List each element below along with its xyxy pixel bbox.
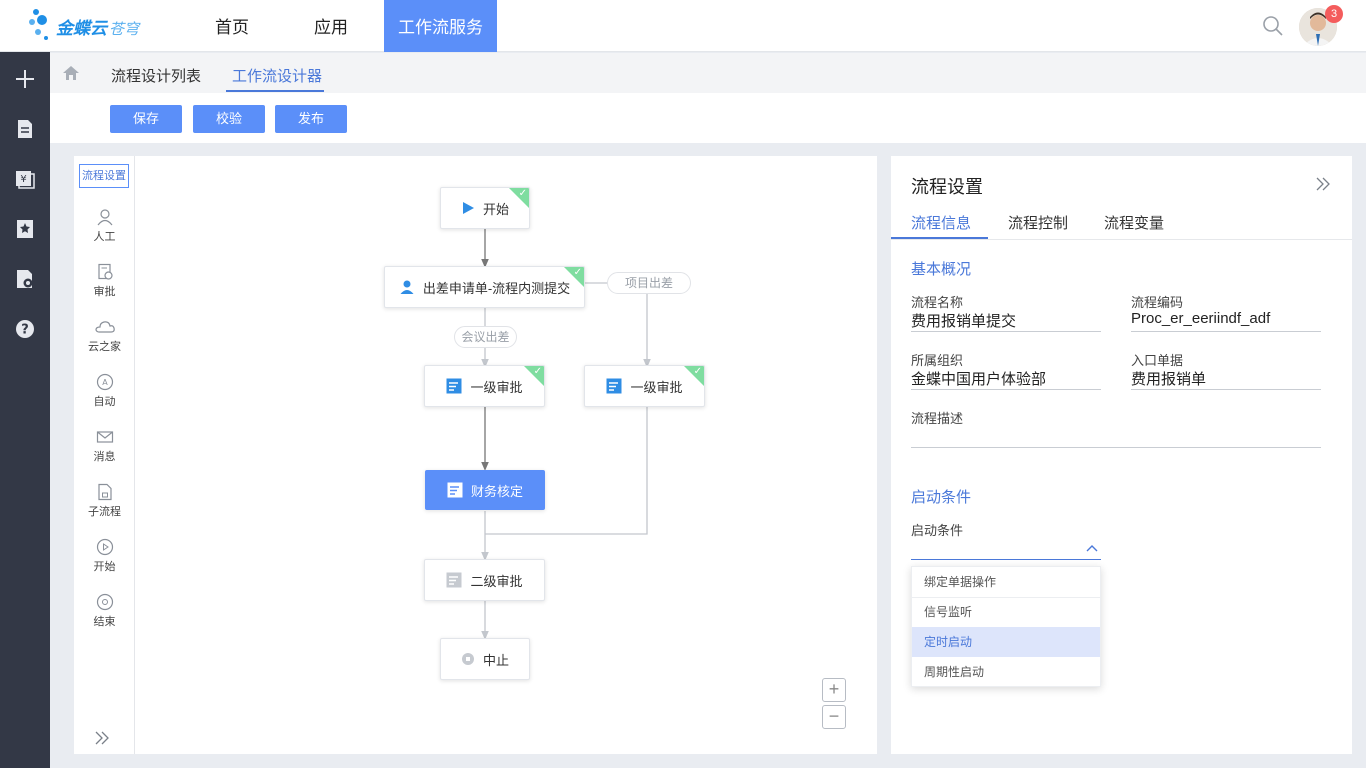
left-sidebar: ¥ ? xyxy=(0,52,50,768)
process-settings-panel: 流程设置 流程信息 流程控制 流程变量 基本概况 流程名称 费用报销单提交 流程… xyxy=(891,156,1352,754)
panel-title: 流程设置 xyxy=(911,177,983,197)
top-bar: 金蝶云 苍穹 首页 应用 工作流服务 3 xyxy=(0,0,1366,52)
tab-divider xyxy=(891,239,1352,240)
approval-form-icon xyxy=(446,378,462,394)
option-bind-doc-operation[interactable]: 绑定单据操作 xyxy=(912,567,1100,597)
connector-apply-approve1-right xyxy=(585,282,651,368)
add-icon[interactable] xyxy=(13,67,37,91)
flow-node-travel-apply[interactable]: 出差申请单-流程内测提交 ✓ xyxy=(384,266,585,308)
nav-workflow-service[interactable]: 工作流服务 xyxy=(384,0,497,52)
finance-icon[interactable]: ¥ xyxy=(13,167,37,191)
flow-node-label: 出差申请单-流程内测提交 xyxy=(422,280,571,296)
condition-project-trip[interactable]: 项目出差 xyxy=(607,272,691,294)
document-icon[interactable] xyxy=(13,117,37,141)
tab-process-control[interactable]: 流程控制 xyxy=(1008,212,1068,233)
approval-form-icon xyxy=(446,572,462,588)
flow-node-label: 一级审批 xyxy=(630,379,683,395)
process-code-field[interactable]: Proc_er_eeriindf_adf xyxy=(1131,308,1321,332)
flow-node-label: 开始 xyxy=(482,201,509,217)
toolbar: 保存 校验 发布 xyxy=(50,93,1366,143)
flow-canvas: 流程设置 人工 审批 云之家 A 自动 消息 子流程 开始 结束 开始 ✓ 出差… xyxy=(74,156,877,754)
svg-text:¥: ¥ xyxy=(20,174,26,185)
nav-home[interactable]: 首页 xyxy=(200,0,264,52)
approval-form-icon xyxy=(447,482,463,498)
breadcrumb-active-indicator xyxy=(226,90,324,92)
search-icon[interactable] xyxy=(1262,15,1284,37)
validate-button[interactable]: 校验 xyxy=(193,105,265,133)
flow-node-label: 财务核定 xyxy=(470,483,523,499)
favorite-book-icon[interactable] xyxy=(13,217,37,241)
nav-apps[interactable]: 应用 xyxy=(298,0,364,52)
zoom-in-button[interactable]: + xyxy=(822,678,846,702)
save-button[interactable]: 保存 xyxy=(110,105,182,133)
section-basic-overview: 基本概况 xyxy=(911,261,972,278)
logo-text: 金蝶云 苍穹 xyxy=(56,19,140,38)
stop-icon xyxy=(461,653,474,665)
tab-process-variables[interactable]: 流程变量 xyxy=(1104,212,1164,233)
flow-node-approve2[interactable]: 二级审批 xyxy=(424,559,545,601)
flow-node-approve1-left[interactable]: 一级审批 ✓ xyxy=(424,365,545,407)
flow-node-approve1-right[interactable]: 一级审批 ✓ xyxy=(584,365,705,407)
flow-node-finance-check[interactable]: 财务核定 xyxy=(425,470,545,510)
flow-node-label: 中止 xyxy=(482,652,509,668)
tab-process-info[interactable]: 流程信息 xyxy=(911,212,971,233)
help-icon[interactable]: ? xyxy=(13,317,37,341)
breadcrumb: 流程设计列表 工作流设计器 xyxy=(50,53,1366,93)
option-periodic-start[interactable]: 周期性启动 xyxy=(912,657,1100,687)
process-name-field[interactable]: 费用报销单提交 xyxy=(911,308,1101,332)
description-field[interactable] xyxy=(911,424,1321,448)
condition-meeting-trip[interactable]: 会议出差 xyxy=(454,326,517,348)
section-start-conditions: 启动条件 xyxy=(911,489,972,506)
breadcrumb-workflow-designer[interactable]: 工作流设计器 xyxy=(232,65,322,86)
flow-node-label: 一级审批 xyxy=(470,379,523,395)
chevron-up-icon xyxy=(1086,545,1098,552)
double-chevron-right-icon[interactable] xyxy=(1315,176,1331,192)
flow-node-start[interactable]: 开始 ✓ xyxy=(440,187,530,229)
start-condition-select[interactable] xyxy=(911,536,1101,560)
svg-text:?: ? xyxy=(21,323,29,338)
breadcrumb-process-list[interactable]: 流程设计列表 xyxy=(111,65,201,86)
entry-doc-field[interactable]: 费用报销单 xyxy=(1131,366,1321,390)
flow-node-label: 二级审批 xyxy=(470,573,523,589)
notification-badge[interactable]: 3 xyxy=(1325,5,1343,23)
settings-file-icon[interactable] xyxy=(13,267,37,291)
org-field[interactable]: 金蝶中国用户体验部 xyxy=(911,366,1101,390)
approval-form-icon xyxy=(606,378,622,394)
home-icon[interactable] xyxy=(62,65,80,81)
user-icon xyxy=(400,280,414,294)
option-signal-listen[interactable]: 信号监听 xyxy=(912,597,1100,627)
flow-node-stop[interactable]: 中止 xyxy=(440,638,530,680)
publish-button[interactable]: 发布 xyxy=(275,105,347,133)
play-icon xyxy=(462,202,474,214)
option-scheduled-start[interactable]: 定时启动 xyxy=(912,627,1100,657)
start-condition-dropdown: 绑定单据操作 信号监听 定时启动 周期性启动 xyxy=(911,566,1101,687)
zoom-out-button[interactable]: − xyxy=(822,705,846,729)
